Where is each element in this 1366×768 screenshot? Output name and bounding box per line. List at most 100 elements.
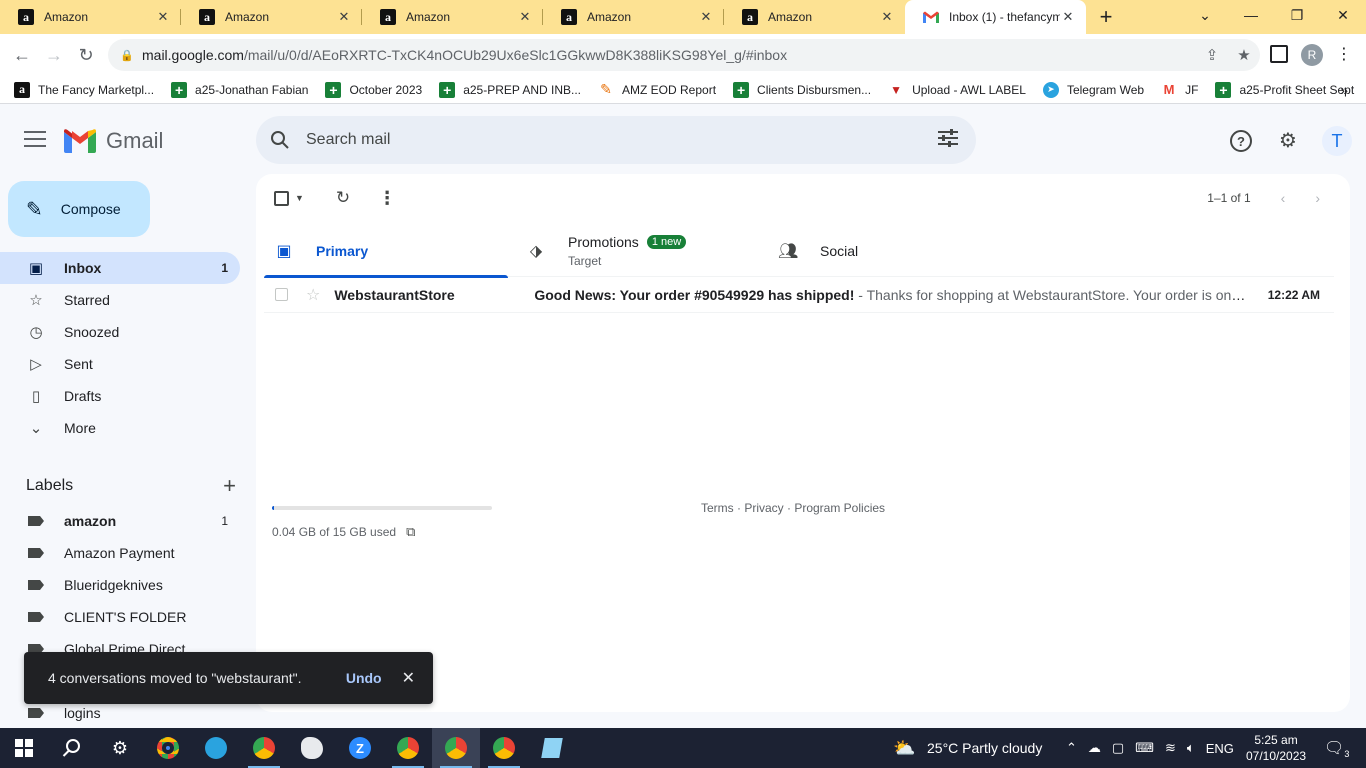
label-item[interactable]: CLIENT'S FOLDER <box>0 601 240 633</box>
browser-tab[interactable]: a Amazon ✕ <box>362 0 543 34</box>
chrome-profile-icon[interactable] <box>384 728 432 768</box>
close-window-button[interactable]: ✕ <box>1320 0 1366 30</box>
sidebar-item-drafts[interactable]: ▯ Drafts <box>0 380 240 412</box>
browser-tab[interactable]: a Amazon ✕ <box>181 0 362 34</box>
refresh-icon[interactable]: ↻ <box>336 188 350 208</box>
bookmark-item[interactable]: ➤ Telegram Web <box>1042 81 1144 98</box>
search-bar[interactable] <box>256 116 976 164</box>
star-icon[interactable]: ☆ <box>306 285 320 305</box>
zoom-icon[interactable]: Z <box>336 728 384 768</box>
settings-gear-icon[interactable]: ⚙ <box>1274 126 1302 154</box>
undo-button[interactable]: Undo <box>346 670 382 686</box>
url-text[interactable]: mail.google.com/mail/u/0/d/AEoRXRTC-TxCK… <box>142 47 1196 63</box>
bookmark-star-icon[interactable]: ★ <box>1228 46 1260 64</box>
chevron-up-icon[interactable]: ⌃ <box>1066 740 1077 756</box>
gmail-logo[interactable]: Gmail <box>64 128 163 154</box>
telegram-icon[interactable] <box>192 728 240 768</box>
label-item-amazon[interactable]: amazon 1 <box>0 505 240 537</box>
help-icon[interactable]: ? <box>1230 130 1252 152</box>
search-input[interactable] <box>306 131 928 149</box>
weather-widget[interactable]: ⛅ 25°C Partly cloudy <box>893 728 1042 768</box>
bookmark-item[interactable]: a The Fancy Marketpl... <box>14 81 154 98</box>
sidebar: ✎ Compose ▣ Inbox 1 ☆ Starred ◷ Snoozed … <box>0 176 256 728</box>
address-bar[interactable]: 🔒 mail.google.com/mail/u/0/d/AEoRXRTC-Tx… <box>108 39 1260 71</box>
restore-button[interactable]: ❐ <box>1274 0 1320 30</box>
row-checkbox[interactable] <box>275 288 288 301</box>
new-tab-button[interactable]: + <box>1086 0 1126 34</box>
notification-icon[interactable]: 🗨︎3 <box>1324 738 1349 759</box>
chrome-profile-icon[interactable] <box>432 728 480 768</box>
close-icon[interactable]: ✕ <box>336 9 352 25</box>
search-options-icon[interactable] <box>928 128 968 152</box>
taskbar-clock[interactable]: 5:25 am 07/10/2023 <box>1246 732 1306 764</box>
bookmark-item[interactable]: M JF <box>1161 82 1199 98</box>
close-icon[interactable]: ✕ <box>698 9 714 25</box>
external-link-icon[interactable]: ⧉ <box>406 524 415 540</box>
browser-menu-icon[interactable]: ⋮ <box>1336 44 1352 64</box>
bookmark-item[interactable]: + a25-PREP AND INB... <box>439 81 581 98</box>
reload-icon[interactable]: ↻ <box>70 39 102 71</box>
tab-search-icon[interactable]: ⌄ <box>1182 0 1228 30</box>
bookmark-item[interactable]: ✎ AMZ EOD Report <box>598 81 716 98</box>
account-avatar[interactable]: T <box>1322 126 1352 156</box>
volume-icon[interactable]: 🔈︎ <box>1187 740 1195 756</box>
storage-bar-fill <box>272 506 275 510</box>
tab-social[interactable]: 👥︎ Social <box>768 224 1020 277</box>
compose-button[interactable]: ✎ Compose <box>8 181 150 237</box>
language-indicator[interactable]: ENG <box>1206 741 1234 756</box>
windows-start-icon[interactable] <box>0 728 48 768</box>
sidebar-item-sent[interactable]: ▷ Sent <box>0 348 240 380</box>
sidebar-item-inbox[interactable]: ▣ Inbox 1 <box>0 252 240 284</box>
bookmark-item[interactable]: + October 2023 <box>325 81 422 98</box>
chevron-left-icon[interactable]: ‹ <box>1281 190 1286 206</box>
select-dropdown-icon[interactable]: ▼ <box>295 193 304 203</box>
wifi-icon[interactable]: ≋ <box>1165 740 1176 756</box>
email-row[interactable]: ☆ WebstaurantStore Good News: Your order… <box>264 277 1334 313</box>
cloud-icon[interactable]: ☁ <box>1088 740 1101 756</box>
bookmark-item[interactable]: + a25-Profit Sheet Sept <box>1215 81 1354 98</box>
close-icon[interactable]: ✕ <box>155 9 171 25</box>
notepad-icon[interactable] <box>528 728 576 768</box>
browser-tab[interactable]: a Amazon ✕ <box>543 0 724 34</box>
search-icon[interactable] <box>48 728 96 768</box>
close-icon[interactable]: ✕ <box>879 9 895 25</box>
sidebar-item-more[interactable]: ⌄ More <box>0 412 240 444</box>
ime-icon[interactable]: ⌨ <box>1135 740 1154 756</box>
close-icon[interactable]: ✕ <box>517 9 533 25</box>
label-item[interactable]: Amazon Payment <box>0 537 240 569</box>
tab-primary[interactable]: ▣ Primary <box>264 224 516 278</box>
chrome-profile-icon[interactable] <box>480 728 528 768</box>
footer-links[interactable]: Terms · Privacy · Program Policies <box>701 501 885 515</box>
close-icon[interactable]: ✕ <box>1060 9 1076 25</box>
bookmark-item[interactable]: ▼ Upload - AWL LABEL <box>888 82 1026 98</box>
sidebar-item-starred[interactable]: ☆ Starred <box>0 284 240 316</box>
chrome-icon[interactable] <box>144 728 192 768</box>
side-panel-icon[interactable] <box>1270 45 1288 63</box>
close-icon[interactable]: ✕ <box>402 668 415 688</box>
back-arrow-icon[interactable]: ← <box>6 39 38 71</box>
bookmark-item[interactable]: + a25-Jonathan Fabian <box>171 81 308 98</box>
more-bookmarks-icon[interactable]: » <box>1340 82 1348 98</box>
main-menu-icon[interactable] <box>24 131 46 149</box>
chevron-right-icon[interactable]: › <box>1315 190 1320 206</box>
browser-tab[interactable]: a Amazon ✕ <box>0 0 181 34</box>
browser-tab[interactable]: a Amazon ✕ <box>724 0 905 34</box>
more-options-icon[interactable]: ⋮ <box>378 188 396 209</box>
label-item[interactable]: Blueridgeknives <box>0 569 240 601</box>
browser-tab-active[interactable]: Inbox (1) - thefancym ✕ <box>905 0 1086 34</box>
paint-icon[interactable] <box>288 728 336 768</box>
tab-promotions[interactable]: ⬗ Promotions 1 new Target <box>516 224 768 277</box>
minimize-button[interactable]: — <box>1228 0 1274 30</box>
chrome-icon[interactable] <box>240 728 288 768</box>
profile-avatar[interactable]: R <box>1301 44 1323 66</box>
bookmark-item[interactable]: + Clients Disbursmen... <box>733 81 871 98</box>
forward-arrow-icon[interactable]: → <box>38 39 70 71</box>
add-label-icon[interactable]: + <box>223 473 236 499</box>
search-icon[interactable] <box>270 130 290 150</box>
settings-gear-icon[interactable]: ⚙ <box>96 728 144 768</box>
select-all-checkbox[interactable] <box>274 190 289 206</box>
sidebar-item-snoozed[interactable]: ◷ Snoozed <box>0 316 240 348</box>
meet-now-icon[interactable]: ▢ <box>1112 740 1124 756</box>
share-icon[interactable]: ⇪ <box>1196 46 1228 64</box>
email-sender: WebstaurantStore <box>334 286 455 303</box>
